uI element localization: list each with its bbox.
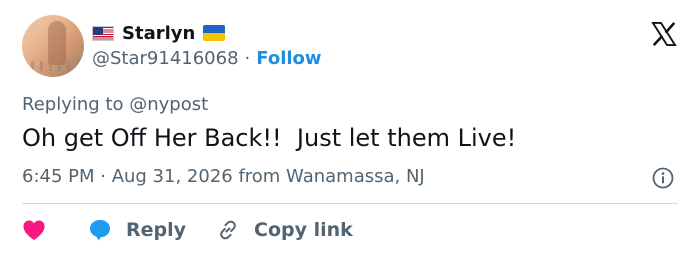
replying-to-prefix: Replying to	[22, 94, 124, 115]
heart-icon	[23, 220, 45, 240]
replying-to-handle[interactable]: @nypost	[129, 94, 208, 115]
us-flag-icon	[92, 25, 114, 41]
avatar[interactable]	[22, 15, 84, 77]
tweet-timestamp-location[interactable]: 6:45 PM · Aug 31, 2026 from Wanamassa, N…	[22, 166, 425, 187]
replying-to: Replying to @nypost	[22, 94, 208, 115]
copy-link-label: Copy link	[254, 219, 353, 241]
copy-link-button[interactable]: Copy link	[216, 218, 353, 242]
reply-button[interactable]: Reply	[88, 218, 186, 242]
author-name[interactable]: Starlyn	[122, 23, 195, 44]
avatar-railing	[22, 61, 84, 71]
avatar-figure	[48, 21, 66, 65]
tweet-text: Oh get Off Her Back!! Just let them Live…	[22, 124, 517, 152]
author-handle-row: @Star91416068 · Follow	[92, 48, 322, 69]
divider	[22, 203, 678, 204]
x-logo-icon[interactable]	[650, 20, 678, 48]
info-icon[interactable]	[651, 166, 675, 190]
author-name-row: Starlyn	[92, 20, 226, 46]
author-handle[interactable]: @Star91416068	[92, 48, 239, 69]
like-button[interactable]	[22, 219, 46, 241]
ukraine-flag-icon	[203, 25, 226, 41]
separator-dot: ·	[244, 48, 251, 69]
reply-label: Reply	[126, 219, 187, 241]
action-bar: Reply Copy link	[22, 216, 353, 244]
follow-button[interactable]: Follow	[256, 48, 321, 69]
speech-bubble-icon	[90, 220, 110, 241]
link-icon	[220, 220, 236, 240]
